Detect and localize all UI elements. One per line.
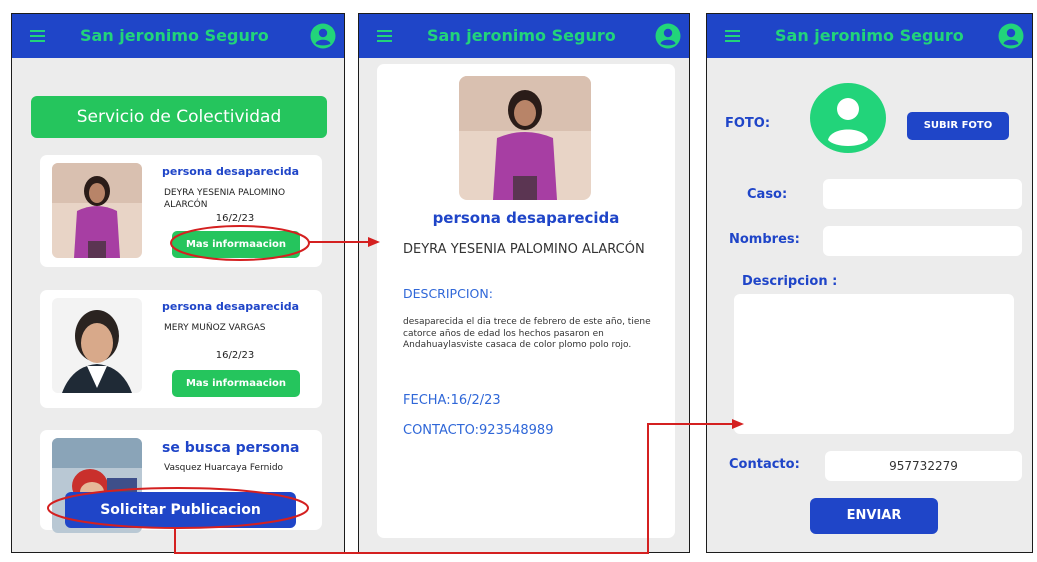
description-text: desaparecida el dia trece de febrero de … [403, 317, 651, 350]
card-date: 16/2/23 [215, 350, 255, 361]
screen-list: San jeronimo Seguro Servicio de Colectiv… [11, 13, 345, 553]
contact-label: Contacto: [729, 457, 800, 472]
screen-detail: San jeronimo Seguro persona desaparecida… [358, 13, 690, 553]
card-name: MERY MUÑOZ VARGAS [164, 323, 266, 333]
contact-field[interactable]: 957732279 [825, 451, 1022, 481]
photo-label: FOTO: [725, 116, 771, 131]
app-bar: San jeronimo Seguro [12, 14, 344, 58]
send-button[interactable]: ENVIAR [810, 498, 938, 534]
card-name: Vasquez Huarcaya Fernido [164, 463, 284, 473]
person-photo [52, 163, 142, 258]
service-collectivity-button[interactable]: Servicio de Colectividad [31, 96, 327, 138]
names-field[interactable] [823, 226, 1022, 256]
more-info-button[interactable]: Mas informaacion [172, 370, 300, 397]
account-icon[interactable] [655, 23, 681, 49]
detail-name: DEYRA YESENIA PALOMINO ALARCÓN [403, 242, 645, 257]
request-publication-button[interactable]: Solicitar Publicacion [65, 492, 296, 528]
case-field[interactable] [823, 179, 1022, 209]
card-title: se busca persona [162, 440, 300, 456]
case-label: Caso: [747, 187, 788, 202]
upload-photo-button[interactable]: SUBIR FOTO [907, 112, 1009, 140]
account-icon[interactable] [310, 23, 336, 49]
app-title: San jeronimo Seguro [775, 26, 964, 45]
app-title: San jeronimo Seguro [80, 26, 269, 45]
more-info-button[interactable]: Mas informaacion [172, 231, 300, 258]
card-title: persona desaparecida [162, 300, 300, 313]
app-bar: San jeronimo Seguro [359, 14, 689, 58]
card-date: 16/2/23 [215, 213, 255, 224]
app-bar: San jeronimo Seguro [707, 14, 1032, 58]
person-photo [52, 298, 142, 393]
menu-icon[interactable] [377, 30, 392, 42]
detail-title: persona desaparecida [432, 209, 620, 227]
detail-card: persona desaparecida DEYRA YESENIA PALOM… [377, 64, 675, 538]
description-field[interactable] [734, 294, 1014, 434]
screen-form: San jeronimo Seguro FOTO: SUBIR FOTO Cas… [706, 13, 1033, 553]
list-item[interactable]: persona desaparecida DEYRA YESENIA PALOM… [40, 155, 322, 267]
date-text: FECHA:16/2/23 [403, 393, 501, 408]
menu-icon[interactable] [725, 30, 740, 42]
person-photo [459, 76, 591, 200]
contact-text: CONTACTO:923548989 [403, 423, 554, 438]
card-name: DEYRA YESENIA PALOMINO ALARCÓN [164, 188, 286, 209]
list-item[interactable]: persona desaparecida MERY MUÑOZ VARGAS 1… [40, 290, 322, 408]
card-title: persona desaparecida [162, 165, 300, 178]
app-title: San jeronimo Seguro [427, 26, 616, 45]
avatar-icon [810, 83, 886, 153]
description-label: DESCRIPCION: [403, 286, 493, 301]
menu-icon[interactable] [30, 30, 45, 42]
names-label: Nombres: [729, 232, 800, 247]
account-icon[interactable] [998, 23, 1024, 49]
description-label: Descripcion : [742, 274, 838, 289]
